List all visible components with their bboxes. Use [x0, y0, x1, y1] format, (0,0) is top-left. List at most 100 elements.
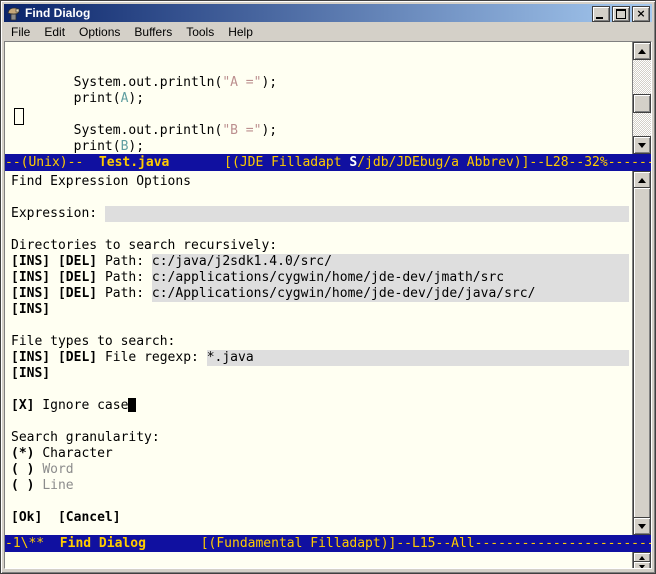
find-dialog-buffer[interactable]: Find Expression Options Expression: Dire… [5, 171, 633, 538]
minimize-button[interactable] [592, 6, 610, 22]
path-input[interactable]: c:/java/j2sdk1.4.0/src/ [152, 254, 629, 270]
dialog-heading: Find Expression Options [11, 174, 191, 190]
modeline-gap [146, 536, 201, 551]
ignore-case-row: [X] Ignore case [11, 398, 633, 414]
path-label: Path: [105, 270, 152, 286]
radio-word-label: Word [42, 462, 73, 478]
radio-line-label: Line [42, 478, 73, 494]
menu-file[interactable]: File [4, 23, 37, 41]
modeline-modes: [(Fundamental Filladapt)]--L15--All [201, 536, 475, 551]
maximize-icon [616, 9, 626, 19]
arrow-down-icon [639, 565, 645, 569]
scroll-down-button[interactable] [633, 136, 651, 154]
buttons-row: [Ok] [Cancel] [11, 510, 633, 526]
code-scrollbar[interactable] [632, 42, 651, 154]
file-regexp-row: [INS] [DEL] File regexp: *.java [11, 350, 633, 366]
ins-button[interactable]: [INS] [11, 254, 50, 270]
code-line: print(A); [11, 91, 633, 107]
granularity-heading: Search granularity: [11, 430, 160, 446]
scroll-down-button[interactable] [633, 517, 651, 535]
dialog-scrollbar[interactable] [632, 171, 651, 535]
menu-options[interactable]: Options [72, 23, 127, 41]
filetypes-heading: File types to search: [11, 334, 175, 350]
ins-button[interactable]: [INS] [11, 302, 50, 318]
arrow-up-icon [638, 49, 646, 54]
modeline-gap [169, 155, 224, 170]
path-label: Path: [105, 254, 152, 270]
radio-row-word: ( ) Word [11, 462, 633, 478]
path-row: [INS] [DEL] Path: c:/applications/cygwin… [11, 270, 633, 286]
modeline-prefix: -1\** [5, 536, 60, 551]
modeline-buffer-name: Find Dialog [60, 536, 146, 551]
code-line [11, 107, 633, 123]
emacs-icon [6, 6, 22, 21]
hollow-cursor [14, 108, 24, 125]
menu-tools[interactable]: Tools [179, 23, 221, 41]
modeline-dashes: -------------------------------- [608, 155, 651, 170]
code-lines: System.out.println("A ="); print(A); Sys… [11, 75, 633, 157]
text-cursor [128, 398, 136, 412]
code-buffer[interactable]: System.out.println("A ="); print(A); Sys… [5, 42, 633, 157]
close-button[interactable]: × [632, 6, 650, 22]
menu-buffers[interactable]: Buffers [127, 23, 179, 41]
ok-button[interactable]: [Ok] [11, 510, 42, 526]
modeline-position: /jdb/JDEbug/a Abbrev)]--L28--32% [357, 155, 607, 170]
radio-row-line: ( ) Line [11, 478, 633, 494]
close-icon: × [636, 8, 645, 20]
scroll-down-button[interactable] [633, 561, 651, 569]
scroll-thumb[interactable] [633, 187, 651, 519]
code-line: System.out.println("B ="); [11, 123, 633, 139]
radio-character[interactable]: (*) [11, 446, 34, 462]
ins-button[interactable]: [INS] [11, 270, 50, 286]
radio-line[interactable]: ( ) [11, 478, 34, 494]
window-chrome: Find Dialog × File Edit Options Buffers … [0, 0, 656, 574]
radio-word[interactable]: ( ) [11, 462, 34, 478]
modeline-find-dialog: -1\** Find Dialog [(Fundamental Filladap… [5, 535, 651, 552]
file-regexp-label: File regexp: [105, 350, 207, 366]
path-row: [INS] [DEL] Path: c:/java/j2sdk1.4.0/src… [11, 254, 633, 270]
path-input[interactable]: c:/applications/cygwin/home/jde-dev/jmat… [152, 270, 629, 286]
maximize-button[interactable] [612, 6, 630, 22]
ins-button[interactable]: [INS] [11, 366, 50, 382]
ignore-case-checkbox[interactable]: [X] [11, 398, 34, 414]
menu-edit[interactable]: Edit [37, 23, 72, 41]
expression-row: Expression: [11, 206, 633, 222]
arrow-down-icon [638, 143, 646, 148]
path-label: Path: [105, 286, 152, 302]
ins-button[interactable]: [INS] [11, 286, 50, 302]
path-input[interactable]: c:/Applications/cygwin/home/jde-dev/jde/… [152, 286, 629, 302]
ins-button[interactable]: [INS] [11, 350, 50, 366]
scroll-thumb[interactable] [633, 94, 651, 113]
arrow-down-icon [638, 524, 646, 529]
menu-help[interactable]: Help [221, 23, 260, 41]
window-controls: × [592, 6, 650, 22]
radio-character-label: Character [42, 446, 112, 462]
modeline-prefix: --(Unix)-- [5, 155, 99, 170]
expression-label: Expression: [11, 206, 105, 222]
del-button[interactable]: [DEL] [58, 254, 97, 270]
expression-input[interactable] [105, 206, 629, 222]
modeline-test-java: --(Unix)-- Test.java [(JDE Filladapt S/j… [5, 154, 651, 171]
minibuffer[interactable] [5, 552, 633, 568]
cancel-button[interactable]: [Cancel] [58, 510, 121, 526]
arrow-up-icon [639, 556, 645, 560]
scroll-up-button[interactable] [633, 42, 651, 60]
minimize-icon [596, 17, 603, 19]
ignore-case-label: Ignore case [34, 398, 128, 414]
title-bar: Find Dialog × [4, 4, 652, 22]
minibuffer-scrollbar[interactable] [632, 552, 651, 569]
path-row: [INS] [DEL] Path: c:/Applications/cygwin… [11, 286, 633, 302]
file-regexp-input[interactable]: *.java [207, 350, 629, 366]
del-button[interactable]: [DEL] [58, 286, 97, 302]
window-title: Find Dialog [25, 6, 90, 20]
modeline-dashes: ----------------------------------------… [475, 536, 651, 551]
code-line: print(B); [11, 139, 633, 155]
frame: System.out.println("A ="); print(A); Sys… [4, 41, 652, 569]
modeline-modes: [(JDE Filladapt [224, 155, 349, 170]
arrow-up-icon [638, 178, 646, 183]
code-line: System.out.println("A ="); [11, 75, 633, 91]
emacs-window: Find Dialog × File Edit Options Buffers … [0, 0, 656, 574]
del-button[interactable]: [DEL] [58, 270, 97, 286]
modeline-buffer-name: Test.java [99, 155, 169, 170]
del-button[interactable]: [DEL] [58, 350, 97, 366]
